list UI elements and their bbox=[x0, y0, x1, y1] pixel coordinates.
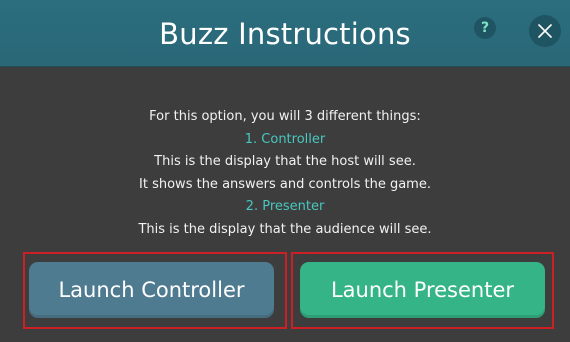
controller-heading: 1. Controller bbox=[244, 131, 326, 147]
buzz-instructions-dialog: Buzz Instructions ? For this option, you… bbox=[0, 0, 570, 342]
close-button[interactable] bbox=[529, 15, 561, 47]
instructions-text: For this option, you will 3 different th… bbox=[0, 106, 570, 241]
controller-description-2: It shows the answers and controls the ga… bbox=[139, 176, 431, 192]
presenter-heading: 2. Presenter bbox=[245, 199, 325, 214]
presenter-description: This is the display that the audience wi… bbox=[138, 221, 432, 237]
launch-presenter-button[interactable]: Launch Presenter bbox=[300, 262, 545, 318]
controller-description-1: This is the display that the host will s… bbox=[154, 154, 416, 169]
dialog-header: Buzz Instructions ? bbox=[0, 0, 570, 67]
help-icon[interactable]: ? bbox=[474, 17, 496, 39]
close-icon bbox=[538, 24, 552, 38]
instructions-intro: For this option, you will 3 different th… bbox=[149, 109, 421, 124]
launch-controller-button[interactable]: Launch Controller bbox=[29, 262, 274, 318]
